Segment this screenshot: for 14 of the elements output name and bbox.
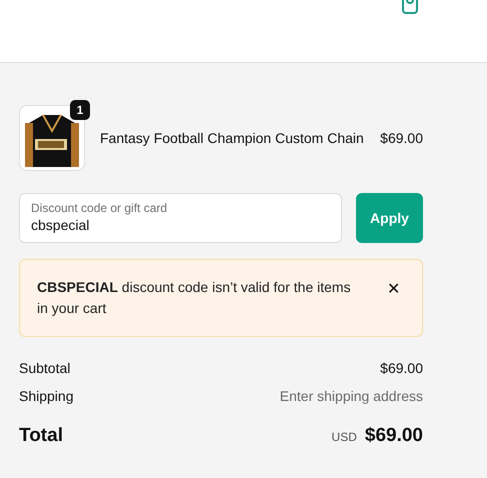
total-label: Total [19, 425, 63, 447]
summary-value: $69.00 [380, 359, 423, 377]
shopping-bag-icon[interactable] [401, 0, 419, 14]
summary-value: Enter shipping address [280, 387, 423, 405]
currency-code: USD [332, 430, 357, 444]
product-price: $69.00 [380, 130, 423, 146]
error-message: CBSPECIAL discount code isn’t valid for the items in your cart [37, 278, 352, 318]
product-name: Fantasy Football Champion Custom Chain [100, 130, 365, 146]
discount-code-field[interactable]: Discount code or gift card cbspecial [19, 193, 342, 243]
close-button[interactable]: ✕ [387, 279, 400, 299]
total-amount: $69.00 [364, 425, 423, 447]
summary-label: Subtotal [19, 359, 70, 377]
summary-label: Shipping [19, 387, 74, 405]
quantity-badge: 1 [70, 100, 90, 120]
